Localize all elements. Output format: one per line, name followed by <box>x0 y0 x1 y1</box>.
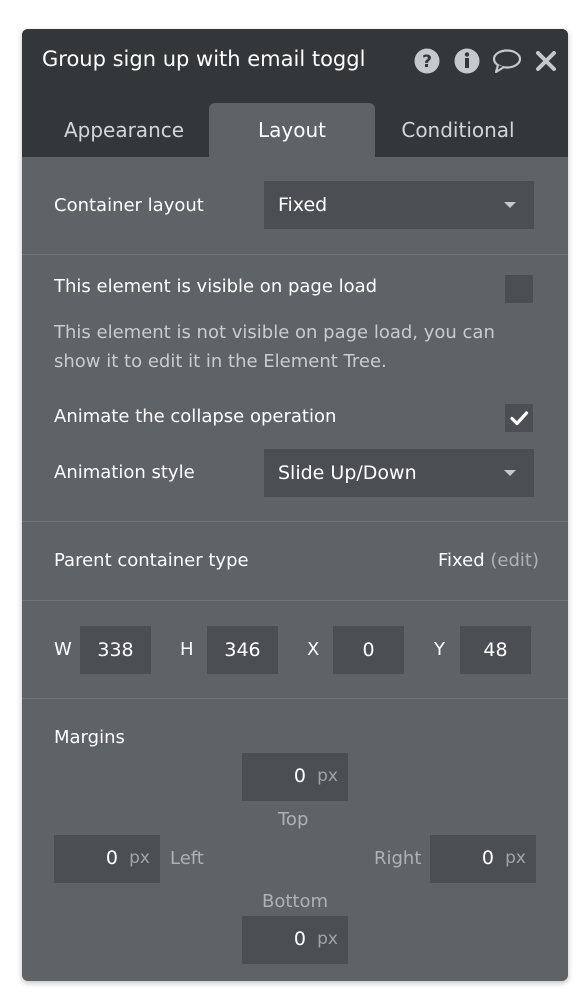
divider <box>22 698 568 699</box>
width-input[interactable]: 338 <box>80 626 151 674</box>
svg-text:?: ? <box>422 52 432 72</box>
visibility-help-line1: This element is not visible on page load… <box>54 322 495 343</box>
close-icon[interactable] <box>535 48 557 74</box>
container-layout-dropdown[interactable]: Fixed <box>264 181 534 229</box>
parent-container-label: Parent container type <box>54 550 249 571</box>
margin-right-value: 0 <box>481 847 494 869</box>
animate-collapse-label: Animate the collapse operation <box>54 406 337 427</box>
height-label: H <box>180 639 194 660</box>
animation-style-label: Animation style <box>54 462 195 483</box>
tab-bar: Appearance Layout Conditional <box>22 93 568 157</box>
divider <box>22 600 568 601</box>
tab-layout[interactable]: Layout <box>209 103 375 157</box>
margin-left-value: 0 <box>105 847 118 869</box>
height-input[interactable]: 346 <box>207 626 278 674</box>
margin-left-unit: px <box>129 848 150 868</box>
comment-icon[interactable] <box>492 48 522 74</box>
visible-on-load-label: This element is visible on page load <box>54 276 378 297</box>
parent-container-value: Fixed (edit) <box>438 550 539 571</box>
divider <box>22 254 568 255</box>
y-label: Y <box>434 639 445 660</box>
margin-right-unit: px <box>505 848 526 868</box>
margin-right-label: Right <box>374 848 422 869</box>
title-bar: Group sign up with email toggl ? <box>22 29 568 93</box>
margin-bottom-label: Bottom <box>262 891 329 912</box>
margin-bottom-input[interactable]: 0 px <box>242 916 348 964</box>
visible-on-load-checkbox[interactable] <box>505 275 533 303</box>
x-input[interactable]: 0 <box>333 626 404 674</box>
width-label: W <box>54 639 72 660</box>
info-icon[interactable] <box>454 48 480 74</box>
margin-bottom-value: 0 <box>293 928 306 950</box>
element-title[interactable]: Group sign up with email toggl <box>42 47 377 71</box>
margins-title: Margins <box>54 727 125 748</box>
animate-collapse-checkbox[interactable] <box>505 404 533 432</box>
chevron-down-icon <box>504 470 516 476</box>
help-icon[interactable]: ? <box>414 48 440 74</box>
divider <box>22 521 568 522</box>
checkmark-icon <box>510 411 529 426</box>
margin-top-value: 0 <box>293 765 306 787</box>
y-input[interactable]: 48 <box>460 626 531 674</box>
margin-left-label: Left <box>170 848 204 869</box>
margin-top-label: Top <box>278 809 309 830</box>
tab-conditional[interactable]: Conditional <box>378 103 538 157</box>
margin-top-input[interactable]: 0 px <box>242 753 348 801</box>
animation-style-value: Slide Up/Down <box>278 462 417 484</box>
chevron-down-icon <box>504 202 516 208</box>
margin-top-unit: px <box>317 766 338 786</box>
margin-bottom-unit: px <box>317 929 338 949</box>
parent-container-type: Fixed <box>438 550 485 571</box>
margin-right-input[interactable]: 0 px <box>430 835 536 883</box>
x-label: X <box>307 639 320 660</box>
container-layout-value: Fixed <box>278 194 328 216</box>
edit-link[interactable]: (edit) <box>490 550 539 571</box>
tab-appearance[interactable]: Appearance <box>42 103 206 157</box>
container-layout-label: Container layout <box>54 195 204 216</box>
margin-left-input[interactable]: 0 px <box>54 835 160 883</box>
animation-style-dropdown[interactable]: Slide Up/Down <box>264 449 534 497</box>
visibility-help-line2: show it to edit it in the Element Tree. <box>54 351 387 372</box>
property-editor-panel: Group sign up with email toggl ? Appeara… <box>22 29 568 981</box>
